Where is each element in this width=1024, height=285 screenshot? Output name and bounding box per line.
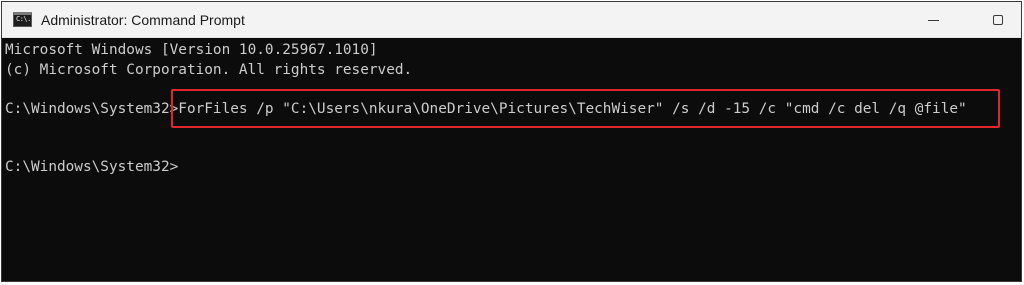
maximize-icon — [993, 15, 1003, 25]
maximize-button[interactable] — [988, 10, 1008, 30]
console-line-copyright: (c) Microsoft Corporation. All rights re… — [5, 62, 413, 78]
command-prompt-window: C:\. Administrator: Command Prompt Micro… — [1, 1, 1022, 282]
console-line-command: C:\Windows\System32>ForFiles /p "C:\User… — [5, 99, 967, 119]
minimize-button[interactable] — [924, 10, 944, 30]
minimize-icon — [928, 20, 939, 21]
forfiles-command-text[interactable]: ForFiles /p "C:\Users\nkura\OneDrive\Pic… — [178, 101, 966, 117]
title-bar[interactable]: C:\. Administrator: Command Prompt — [2, 2, 1021, 38]
window-title: Administrator: Command Prompt — [41, 12, 245, 28]
console-line-version: Microsoft Windows [Version 10.0.25967.10… — [5, 42, 378, 58]
command-prompt-path: C:\Windows\System32> — [5, 101, 179, 117]
current-prompt-path: C:\Windows\System32> — [5, 159, 179, 175]
console-output[interactable]: Microsoft Windows [Version 10.0.25967.10… — [2, 38, 1021, 281]
app-icon-label: C:\. — [16, 15, 31, 23]
console-line-prompt: C:\Windows\System32> — [5, 157, 178, 177]
command-prompt-icon[interactable]: C:\. — [13, 12, 32, 27]
